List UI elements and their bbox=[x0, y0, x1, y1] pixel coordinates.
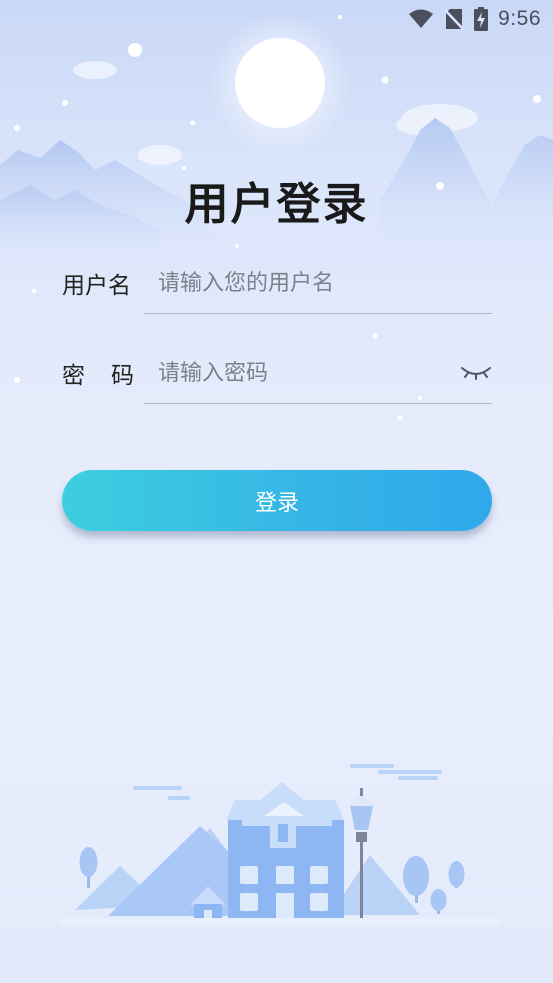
password-input[interactable] bbox=[144, 344, 492, 404]
eye-closed-icon[interactable] bbox=[460, 360, 492, 384]
password-label-char: 密 bbox=[62, 363, 85, 389]
status-icons: 9:56 bbox=[408, 4, 541, 34]
login-screen: 9:56 用户登录 用户名 密 码 登录 bbox=[0, 0, 553, 983]
status-time: 9:56 bbox=[498, 7, 541, 30]
no-sim-icon bbox=[444, 9, 465, 30]
status-bar: 9:56 bbox=[0, 0, 553, 38]
username-label: 用户名 bbox=[62, 273, 131, 299]
password-row: 密 码 bbox=[62, 344, 492, 404]
wifi-icon bbox=[409, 9, 434, 28]
password-label: 密 码 bbox=[62, 356, 134, 390]
username-input[interactable] bbox=[144, 254, 492, 314]
battery-charging-icon bbox=[474, 7, 489, 31]
password-label-char: 码 bbox=[111, 363, 134, 389]
page-title: 用户登录 bbox=[184, 179, 369, 230]
login-button[interactable]: 登录 bbox=[62, 470, 492, 531]
username-row: 用户名 bbox=[62, 254, 492, 314]
